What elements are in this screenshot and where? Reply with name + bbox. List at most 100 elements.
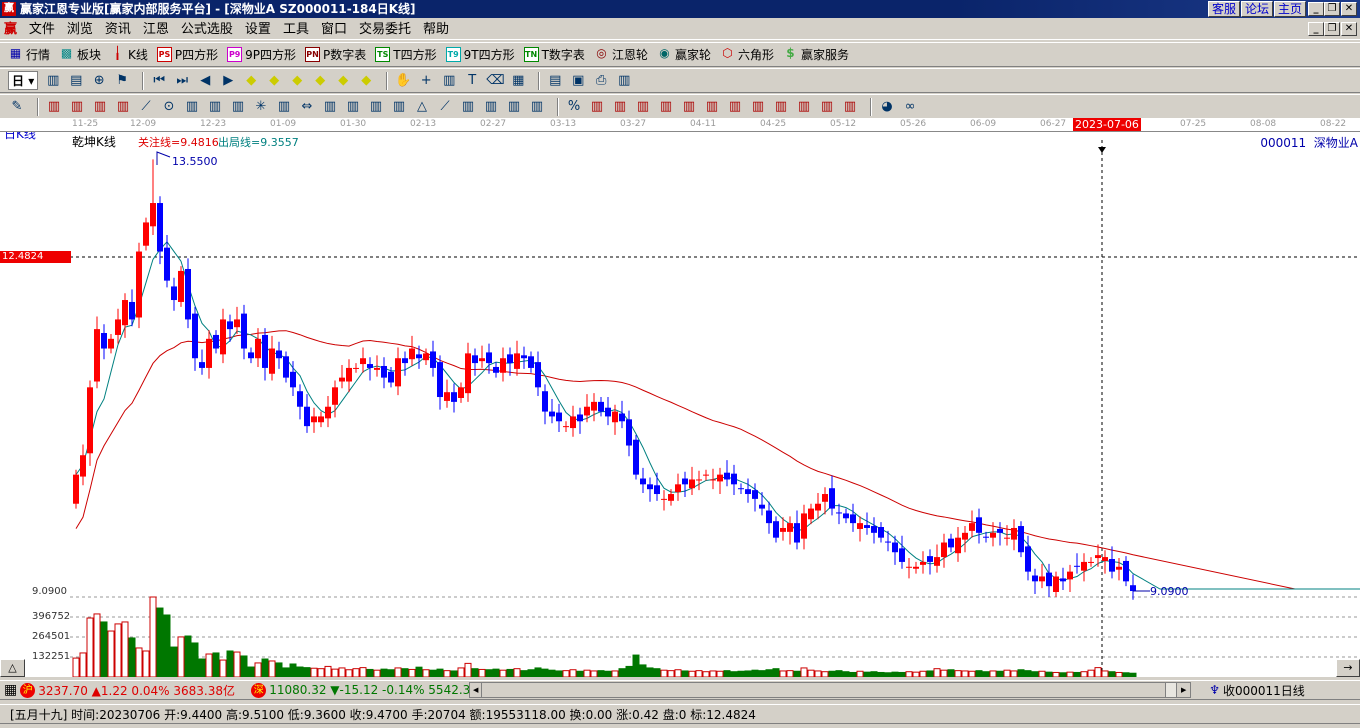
speed-icon[interactable]: ▥ [390, 98, 408, 116]
gann-9-icon[interactable]: ▥ [772, 98, 790, 116]
channel-icon[interactable]: ▥ [367, 98, 385, 116]
menu-item[interactable]: 浏览 [61, 19, 99, 41]
grid-box-icon[interactable]: ▥ [275, 98, 293, 116]
restore-button[interactable]: ❐ [1324, 2, 1340, 16]
menu-item[interactable]: 设置 [239, 19, 277, 41]
toolbar-p9-button[interactable]: P9 9P四方形 [227, 46, 296, 63]
percent-icon[interactable]: % [565, 98, 583, 116]
first-icon[interactable]: ⏮ [150, 72, 168, 90]
diamond-2-icon[interactable]: ◆ [265, 72, 283, 90]
toolbar-pn-button[interactable]: PN P数字表 [305, 46, 366, 63]
scrollbar-thumb[interactable] [482, 683, 1167, 697]
stats-icon[interactable]: ▥ [528, 98, 546, 116]
arrows-icon[interactable]: ⇔ [298, 98, 316, 116]
gann-8-icon[interactable]: ▥ [749, 98, 767, 116]
hbar-4-icon[interactable]: ▥ [114, 98, 132, 116]
cycle-2-icon[interactable]: ▥ [344, 98, 362, 116]
kline-chart[interactable]: 日K线 乾坤K线 关注线=9.4816 出局线=9.3557 000011 深物… [0, 132, 1360, 677]
toolbar-big-wheel-button[interactable]: ◉ 赢家轮 [657, 46, 711, 63]
line-draw-icon[interactable]: ▥ [440, 72, 458, 90]
forum-link[interactable]: 论坛 [1241, 1, 1273, 17]
gann-12-icon[interactable]: ▥ [841, 98, 859, 116]
cycle-icon[interactable]: ▥ [321, 98, 339, 116]
grid-3-icon[interactable]: ▥ [482, 98, 500, 116]
toolbar-t9-button[interactable]: T9 9T四方形 [445, 46, 515, 63]
save-icon[interactable]: ▣ [569, 72, 587, 90]
grid-2-icon[interactable]: ▥ [459, 98, 477, 116]
child-minimize-button[interactable]: _ [1308, 22, 1324, 36]
color-icon[interactable]: ◕ [878, 98, 896, 116]
toolbar-hexagon-button[interactable]: ⬡ 六角形 [720, 46, 774, 63]
zoom-icon[interactable]: ⊕ [90, 72, 108, 90]
period-select[interactable]: 日 ▾ [8, 71, 39, 90]
scroll-left-button[interactable]: ◀ [470, 683, 483, 697]
vbar-icon[interactable]: ▥ [183, 98, 201, 116]
angle-icon[interactable]: ▥ [229, 98, 247, 116]
chart-type-icon[interactable]: ▥ [44, 72, 62, 90]
calendar-icon[interactable]: ▦ [4, 682, 17, 698]
infinity-icon[interactable]: ∞ [901, 98, 919, 116]
diamond-1-icon[interactable]: ◆ [242, 72, 260, 90]
lines-icon[interactable]: ▥ [505, 98, 523, 116]
star-icon[interactable]: ✳ [252, 98, 270, 116]
toolbar-tn-button[interactable]: TN T数字表 [523, 46, 585, 63]
gann-1-icon[interactable]: ▥ [588, 98, 606, 116]
triangle-icon[interactable]: △ [413, 98, 431, 116]
child-close-button[interactable]: ✕ [1341, 22, 1357, 36]
diamond-4-icon[interactable]: ◆ [311, 72, 329, 90]
toolbar-dollar-button[interactable]: $ 赢家服务 [783, 46, 849, 63]
gann-4-icon[interactable]: ▥ [657, 98, 675, 116]
toolbar-blocks-button[interactable]: ▩ 板块 [59, 46, 101, 63]
horizontal-scrollbar[interactable]: ◀ ▶ [469, 682, 1192, 698]
circle-icon[interactable]: ⊙ [160, 98, 178, 116]
customer-service-link[interactable]: 客服 [1208, 1, 1240, 17]
list-icon[interactable]: ▤ [67, 72, 85, 90]
diamond-6-icon[interactable]: ◆ [357, 72, 375, 90]
toolbar-gann-wheel-button[interactable]: ◎ 江恩轮 [594, 46, 648, 63]
print-icon[interactable]: ⎙ [592, 72, 610, 90]
bracket-icon[interactable]: ▥ [206, 98, 224, 116]
gann-10-icon[interactable]: ▥ [795, 98, 813, 116]
gann-6-icon[interactable]: ▥ [703, 98, 721, 116]
menu-item[interactable]: 江恩 [137, 19, 175, 41]
minimize-button[interactable]: _ [1308, 2, 1324, 16]
gann-3-icon[interactable]: ▥ [634, 98, 652, 116]
menu-item[interactable]: 交易委托 [353, 19, 417, 41]
toolbar-ts-button[interactable]: TS T四方形 [375, 46, 437, 63]
diamond-3-icon[interactable]: ◆ [288, 72, 306, 90]
next-icon[interactable]: ▶ [219, 72, 237, 90]
hbar-3-icon[interactable]: ▥ [91, 98, 109, 116]
toolbar-candles-button[interactable]: ╽ K线 [110, 46, 148, 63]
fan-icon[interactable]: ⟋ [137, 98, 155, 116]
menu-item[interactable]: 资讯 [99, 19, 137, 41]
menu-item[interactable]: 公式选股 [175, 19, 239, 41]
menu-item[interactable]: 窗口 [315, 19, 353, 41]
menu-item[interactable]: 工具 [277, 19, 315, 41]
cross-icon[interactable]: + [417, 72, 435, 90]
toolbar-ps-button[interactable]: PS P四方形 [156, 46, 218, 63]
diamond-5-icon[interactable]: ◆ [334, 72, 352, 90]
menu-item[interactable]: 文件 [23, 19, 61, 41]
calc-icon[interactable]: ▤ [546, 72, 564, 90]
gann-7-icon[interactable]: ▥ [726, 98, 744, 116]
truck-icon[interactable]: ▥ [615, 72, 633, 90]
child-restore-button[interactable]: ❐ [1324, 22, 1340, 36]
gann-11-icon[interactable]: ▥ [818, 98, 836, 116]
prev-icon[interactable]: ◀ [196, 72, 214, 90]
calendar-icon[interactable]: ▦ [509, 72, 527, 90]
homepage-link[interactable]: 主页 [1274, 1, 1306, 17]
gann-2-icon[interactable]: ▥ [611, 98, 629, 116]
toolbar-grid-button[interactable]: ▦ 行情 [8, 46, 50, 63]
hand-icon[interactable]: ✋ [394, 72, 412, 90]
eraser-icon[interactable]: ⌫ [486, 72, 504, 90]
expand-up-button[interactable]: △ [0, 659, 25, 677]
hbar-2-icon[interactable]: ▥ [68, 98, 86, 116]
gann-5-icon[interactable]: ▥ [680, 98, 698, 116]
fan-2-icon[interactable]: ⟋ [436, 98, 454, 116]
menu-item[interactable]: 帮助 [417, 19, 455, 41]
last-icon[interactable]: ⏭ [173, 72, 191, 90]
hbar-1-icon[interactable]: ▥ [45, 98, 63, 116]
flag-icon[interactable]: ⚑ [113, 72, 131, 90]
close-button[interactable]: ✕ [1341, 2, 1357, 16]
scroll-right-arrow-button[interactable]: → [1336, 659, 1360, 677]
